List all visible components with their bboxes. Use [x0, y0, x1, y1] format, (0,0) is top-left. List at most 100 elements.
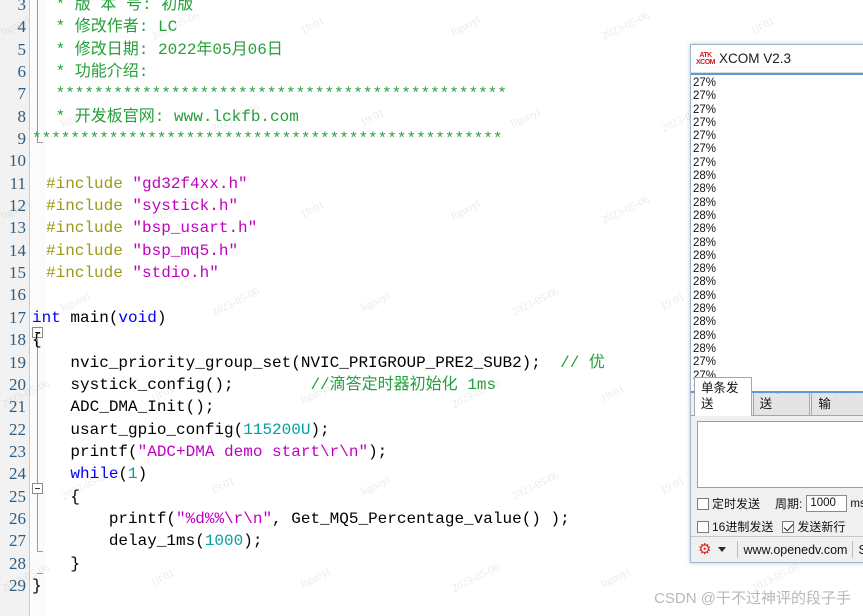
- timed-send-checkbox[interactable]: [697, 497, 709, 510]
- csdn-watermark: CSDN @干不过神评的段子手: [654, 590, 851, 607]
- hex-send-checkbox[interactable]: [697, 520, 709, 533]
- code-token: );: [368, 442, 388, 461]
- code-token: "stdio.h": [132, 264, 219, 283]
- line-number: 5: [17, 39, 27, 59]
- line-number: 12: [9, 196, 26, 216]
- code-token: systick_config();: [32, 375, 311, 394]
- atk-xcom-logo-icon: ATK XCOM: [696, 50, 716, 67]
- receive-line: 28%: [693, 316, 717, 329]
- code-token: #include: [46, 197, 133, 216]
- send-text-input[interactable]: [697, 421, 863, 488]
- code-token: //滴答定时器初始化 1ms: [310, 375, 497, 394]
- code-token: ****************************************…: [32, 130, 503, 149]
- newline-send-label: 发送新行: [797, 520, 846, 534]
- tab-active[interactable]: 单条发送: [694, 377, 752, 416]
- line-number: 7: [17, 84, 27, 104]
- xcom-window[interactable]: ATK XCOM XCOM V2.3 27% 27% 27% 27% 27% 27% 27%…: [690, 44, 863, 563]
- period-unit-label: ms: [850, 497, 863, 510]
- chevron-down-icon[interactable]: [718, 547, 727, 552]
- line-number: 16: [9, 285, 26, 305]
- receive-line: 28%: [693, 303, 717, 316]
- code-token: ADC_DMA_Init();: [32, 398, 215, 417]
- line-number: 29: [9, 575, 26, 595]
- screen-root: 3 4 5 6 7 8 9 10 11 12 13 14 15 16 17 18 19 20 21 22 23 24 25 2…: [0, 0, 863, 616]
- code-token: "ADC+DMA demo start\r\n": [137, 442, 369, 461]
- code-token: "bsp_mq5.h": [132, 241, 239, 260]
- line-number: 28: [9, 553, 26, 573]
- statusbar-divider-2: [852, 541, 854, 558]
- code-token: * 修改日期: 2022年05月06日: [46, 40, 283, 59]
- receive-line: 27%: [693, 116, 717, 129]
- code-token: int: [32, 308, 71, 327]
- code-token: }: [32, 554, 81, 573]
- code-token: * 版 本 号: 初版: [46, 0, 194, 14]
- code-token: * 开发板官网: www.lckfb.com: [46, 107, 299, 126]
- line-number: 23: [9, 441, 26, 461]
- code-token: , Get_MQ5_Percentage_value() );: [272, 509, 570, 528]
- receive-output-panel[interactable]: 27% 27% 27% 27% 27% 27% 27% 28% 28% 28% 28% 28% 28% 2…: [691, 73, 863, 393]
- openedv-site-link[interactable]: www.openedv.com: [743, 543, 847, 557]
- xcom-titlebar[interactable]: ATK XCOM XCOM V2.3: [691, 45, 863, 73]
- line-number-gutter: 3 4 5 6 7 8 9 10 11 12 13 14 15 16 17 18 19 20 21 22 23 24 25 2…: [0, 0, 30, 616]
- statusbar-divider: [737, 541, 739, 558]
- code-token: printf(: [32, 509, 177, 528]
- receive-line: 27%: [693, 143, 717, 156]
- code-token: 115200U: [243, 420, 311, 439]
- line-number: 26: [9, 508, 26, 528]
- code-token: "bsp_usart.h": [132, 219, 258, 238]
- code-line[interactable]: * 修改作者: LC: [32, 16, 863, 38]
- line-number: 15: [9, 263, 26, 283]
- receive-line: 28%: [693, 196, 717, 209]
- period-input[interactable]: 1000: [806, 495, 848, 512]
- receive-line: 28%: [693, 329, 717, 342]
- line-number: 24: [9, 464, 26, 484]
- receive-line: 28%: [693, 342, 717, 355]
- gear-icon[interactable]: ⚙: [698, 542, 711, 557]
- line-number: 14: [9, 240, 26, 260]
- line-number: 6: [17, 62, 27, 82]
- logo-line-2: XCOM: [696, 58, 716, 66]
- send-mode-tabs[interactable]: 单条发送多条发送协议传输: [691, 377, 863, 416]
- code-token: ): [156, 308, 167, 327]
- code-token: "gd32f4xx.h": [132, 174, 248, 193]
- timed-send-row: 定时发送 周期: 1000 ms: [691, 492, 863, 515]
- line-number: 9: [17, 129, 27, 149]
- code-token: * 功能介绍:: [46, 63, 149, 82]
- statusbar-trailing: S: [858, 543, 863, 557]
- code-token: // 优: [560, 353, 605, 372]
- receive-line: 28%: [693, 223, 717, 236]
- receive-line: 28%: [693, 183, 717, 196]
- line-number: 19: [9, 352, 26, 372]
- code-line[interactable]: * 版 本 号: 初版: [32, 0, 863, 16]
- code-token: {: [32, 331, 42, 350]
- receive-line: 27%: [693, 130, 717, 143]
- line-number: 25: [9, 486, 26, 506]
- code-token: ): [137, 465, 148, 484]
- code-token: printf(: [32, 442, 138, 461]
- receive-line: 28%: [693, 209, 717, 222]
- code-token: * 修改作者: LC: [46, 18, 178, 37]
- code-token: "%d%%\r\n": [176, 509, 273, 528]
- receive-line: 27%: [693, 103, 717, 116]
- newline-send-checkbox[interactable]: [782, 520, 795, 533]
- code-token: {: [32, 487, 81, 506]
- line-number: 27: [9, 531, 26, 551]
- code-token: );: [243, 532, 263, 551]
- xcom-statusbar[interactable]: ⚙ www.openedv.com S: [691, 536, 863, 562]
- line-number-list: 3 4 5 6 7 8 9 10 11 12 13 14 15 16 17 18 19 20 21 22 23 24 25 2…: [0, 0, 28, 597]
- code-token: );: [310, 420, 330, 439]
- code-token: (: [118, 465, 129, 484]
- line-number: 13: [9, 218, 26, 238]
- receive-line: 28%: [693, 276, 717, 289]
- code-token: #include: [46, 219, 133, 238]
- line-number: 8: [17, 106, 27, 126]
- send-flags-row: 16进制发送 发送新行: [691, 515, 863, 538]
- logo-line-1: ATK: [699, 51, 712, 59]
- line-number: 22: [9, 419, 26, 439]
- receive-line: 28%: [693, 263, 717, 276]
- receive-line: 28%: [693, 289, 717, 302]
- code-token: #include: [46, 241, 133, 260]
- line-number: 10: [9, 151, 26, 171]
- receive-line: 28%: [693, 249, 717, 262]
